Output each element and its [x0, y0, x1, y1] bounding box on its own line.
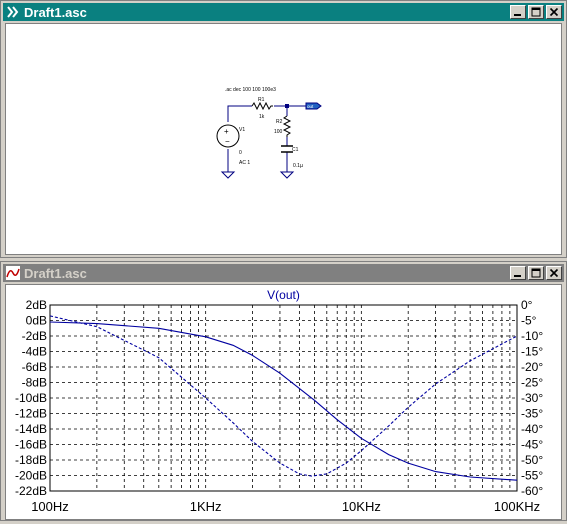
- y-right-tick-label: -55°: [521, 469, 543, 483]
- c1-value: 0.1µ: [293, 163, 303, 169]
- resistor-r1[interactable]: [251, 101, 273, 111]
- c1-label: C1: [292, 147, 299, 153]
- r1-label: R1: [258, 97, 265, 103]
- y-right-tick-label: -40°: [521, 422, 543, 436]
- maximize-icon: [531, 7, 541, 17]
- y-left-tick-label: -20dB: [15, 469, 47, 483]
- plot-trace-title: V(out): [267, 288, 300, 302]
- y-right-tick-label: 0°: [521, 298, 533, 312]
- ground-symbol-c1: [279, 171, 295, 179]
- resistor-r2[interactable]: [282, 115, 292, 137]
- close-button[interactable]: [546, 266, 562, 280]
- v1-ac-value: AC 1: [239, 160, 250, 166]
- y-right-tick-label: -50°: [521, 453, 543, 467]
- y-left-tick-label: -10dB: [15, 391, 47, 405]
- junction-dot: [285, 104, 289, 108]
- r2-label: R2: [276, 119, 283, 125]
- y-left-tick-label: -18dB: [15, 453, 47, 467]
- y-left-tick-label: -8dB: [22, 376, 47, 390]
- y-right-tick-label: -30°: [521, 391, 543, 405]
- x-tick-label: 100KHz: [494, 499, 540, 514]
- close-button[interactable]: [546, 5, 562, 19]
- y-left-tick-label: -14dB: [15, 422, 47, 436]
- schematic-title: Draft1.asc: [24, 4, 87, 20]
- y-right-tick-label: -20°: [521, 360, 543, 374]
- schematic-drawing: .ac dec 100 100 100e3 R1 1k R2 100 C1 0.…: [216, 87, 322, 179]
- minimize-button[interactable]: [510, 266, 526, 280]
- plot-window: Draft1.asc V(out) 2dB 0° 0dB -5° -2dB -10° -4dB…: [0, 261, 567, 521]
- y-right-tick-label: -5°: [521, 314, 537, 328]
- v1-label: V1: [239, 127, 245, 133]
- y-left-tick-label: 0dB: [26, 314, 47, 328]
- ground-symbol-v1: [220, 171, 236, 179]
- plot-titlebar[interactable]: Draft1.asc: [3, 264, 564, 282]
- maximize-button[interactable]: [528, 5, 544, 19]
- plus-sign: +: [224, 127, 229, 136]
- y-right-tick-label: -35°: [521, 407, 543, 421]
- y-left-tick-label: -6dB: [22, 360, 47, 374]
- r2-value: 100: [274, 129, 283, 135]
- y-left-tick-label: -12dB: [15, 407, 47, 421]
- y-left-tick-label: -4dB: [22, 345, 47, 359]
- maximize-icon: [531, 268, 541, 278]
- plot-pane[interactable]: V(out) 2dB 0° 0dB -5° -2dB -10° -4dB -15° -6dB -20…: [5, 284, 562, 520]
- minimize-button[interactable]: [510, 5, 526, 19]
- y-left-tick-label: -2dB: [22, 329, 47, 343]
- x-tick-label: 1KHz: [190, 499, 222, 514]
- y-right-tick-label: -10°: [521, 329, 543, 343]
- ltspice-schematic-icon: [7, 6, 19, 18]
- schematic-titlebar[interactable]: Draft1.asc: [3, 3, 564, 21]
- r1-value: 1k: [259, 114, 265, 120]
- plot-title: Draft1.asc: [24, 265, 87, 281]
- v1-value: 0: [239, 150, 242, 156]
- net-label-text: out: [307, 104, 314, 109]
- schematic-window: Draft1.asc .ac dec 100 100 100e3 R1 1k R…: [0, 0, 567, 258]
- y-right-tick-label: -60°: [521, 484, 543, 498]
- minimize-icon: [514, 14, 521, 16]
- waveform-icon: [6, 266, 20, 280]
- x-tick-label: 100Hz: [31, 499, 69, 514]
- y-left-tick-label: -22dB: [15, 484, 47, 498]
- y-right-tick-label: -15°: [521, 345, 543, 359]
- schematic-canvas[interactable]: .ac dec 100 100 100e3 R1 1k R2 100 C1 0.…: [5, 23, 562, 255]
- y-right-tick-label: -25°: [521, 376, 543, 390]
- close-icon: [549, 268, 559, 278]
- y-left-tick-label: 2dB: [26, 298, 47, 312]
- x-tick-label: 10KHz: [342, 499, 381, 514]
- minimize-icon: [514, 275, 521, 277]
- y-left-tick-label: -16dB: [15, 438, 47, 452]
- y-right-tick-label: -45°: [521, 438, 543, 452]
- minus-sign: −: [225, 137, 230, 146]
- phase-trace: [49, 315, 518, 477]
- magnitude-trace: [49, 321, 518, 481]
- close-icon: [549, 7, 559, 17]
- ac-directive: .ac dec 100 100 100e3: [225, 87, 276, 93]
- maximize-button[interactable]: [528, 266, 544, 280]
- bode-plot: V(out) 2dB 0° 0dB -5° -2dB -10° -4dB -15° -6dB -20…: [15, 288, 543, 514]
